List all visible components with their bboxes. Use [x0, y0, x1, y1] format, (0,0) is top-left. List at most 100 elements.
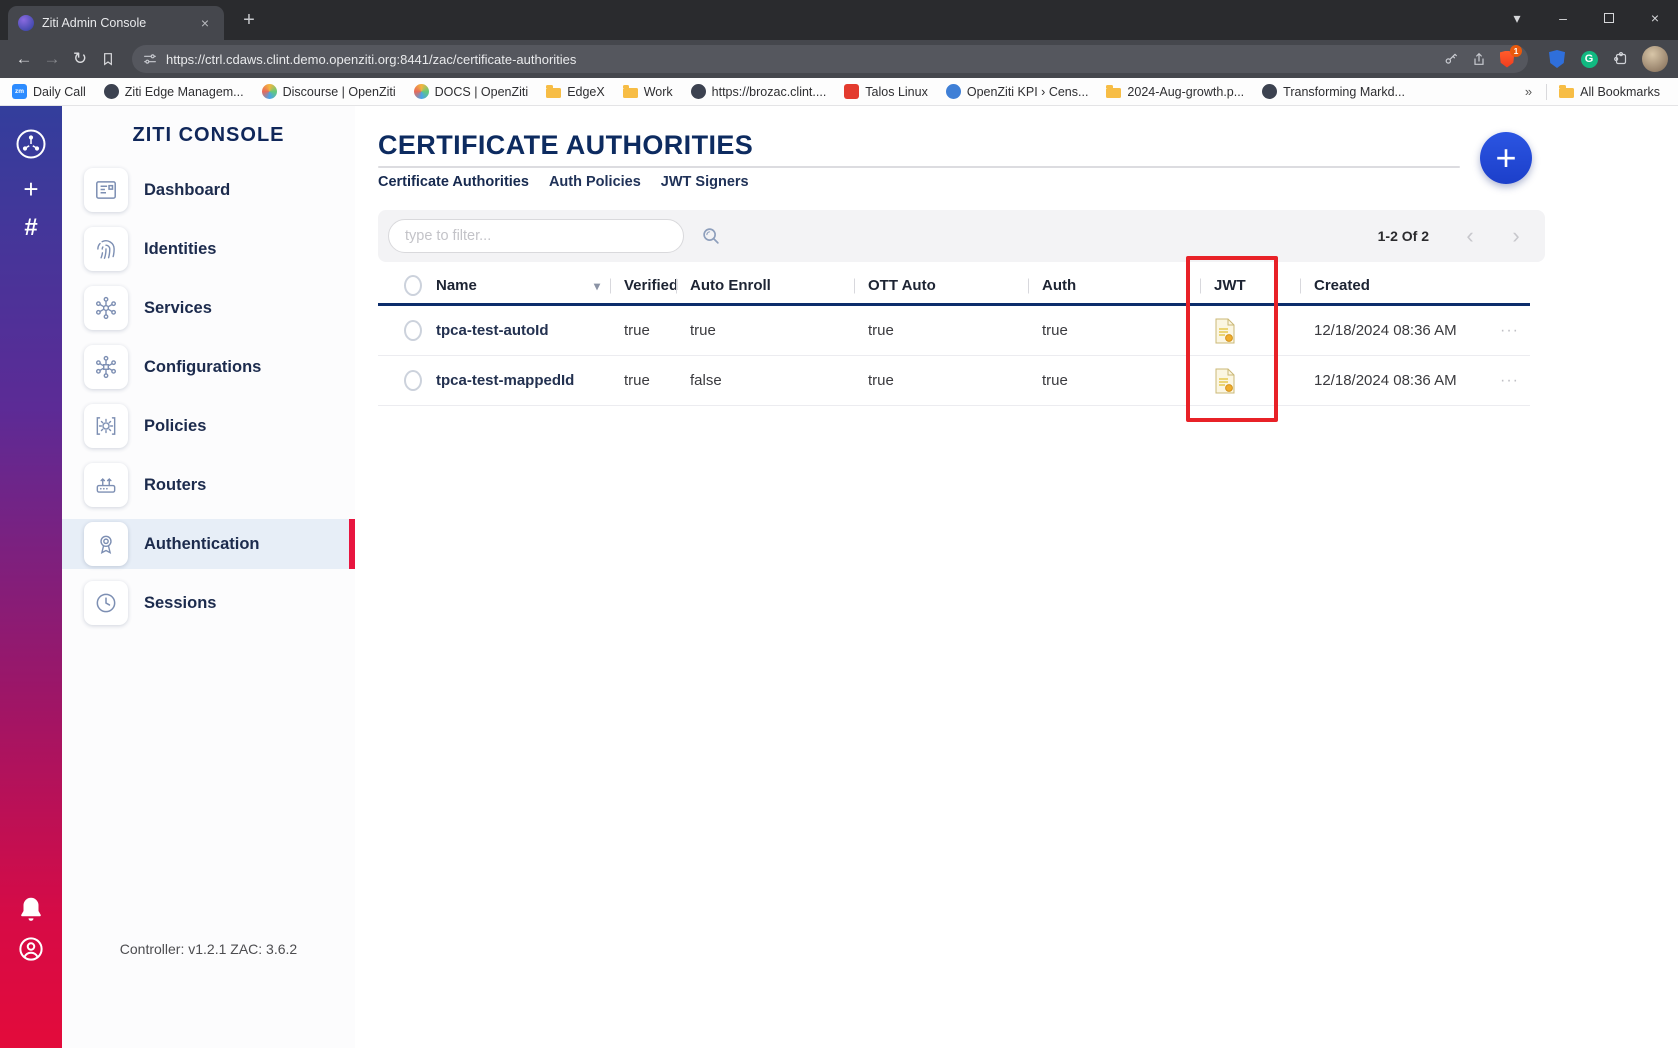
refresh-button[interactable]: ↻ — [66, 45, 94, 73]
extensions-puzzle-icon[interactable] — [1608, 46, 1634, 72]
brave-shield-icon[interactable]: 1 — [1496, 48, 1518, 70]
ca-verified: true — [610, 356, 676, 405]
openziti-kpi-icon — [946, 84, 961, 99]
new-tab-button[interactable]: + — [236, 7, 262, 33]
sidebar-item-authentication[interactable]: Authentication — [62, 519, 355, 569]
bookmark-item[interactable]: EdgeX — [546, 85, 605, 99]
sidebar-item-dashboard[interactable]: Dashboard — [62, 165, 355, 215]
bookmark-item[interactable]: zmDaily Call — [12, 84, 86, 99]
page-next-icon[interactable]: › — [1501, 223, 1531, 249]
window-controls: ▾ – × — [1494, 0, 1678, 36]
tab-auth-policies[interactable]: Auth Policies — [549, 174, 641, 190]
browser-tab[interactable]: Ziti Admin Console × — [8, 6, 224, 40]
tab-strip: Ziti Admin Console × + ▾ – × — [0, 0, 1678, 40]
sort-chevron-icon[interactable]: ▾ — [594, 279, 600, 293]
sidebar: ZITI CONSOLE Dashboard Identities — [62, 106, 355, 1048]
maximize-icon — [1604, 13, 1614, 23]
col-auth[interactable]: Auth — [1028, 268, 1200, 303]
password-key-icon[interactable] — [1440, 48, 1462, 70]
share-icon[interactable] — [1468, 48, 1490, 70]
bookmark-item[interactable]: Ziti Edge Managem... — [104, 84, 244, 99]
profile-avatar[interactable] — [1642, 46, 1668, 72]
ziti-favicon — [18, 15, 34, 31]
table-row[interactable]: tpca-test-mappedId true false true true … — [378, 356, 1530, 406]
search-icon[interactable] — [700, 225, 722, 247]
openziti-logo-icon[interactable] — [13, 126, 49, 162]
jwt-certificate-icon[interactable] — [1214, 368, 1236, 394]
filter-input[interactable] — [388, 219, 684, 253]
minimize-button[interactable]: – — [1540, 0, 1586, 36]
sidebar-item-services[interactable]: Services — [62, 283, 355, 333]
jwt-certificate-icon[interactable] — [1214, 318, 1236, 344]
bookmarks-overflow-icon[interactable]: » — [1525, 84, 1532, 99]
tab-jwt-signers[interactable]: JWT Signers — [661, 174, 749, 190]
extension-shield-icon[interactable] — [1544, 46, 1570, 72]
bookmark-item[interactable]: Discourse | OpenZiti — [262, 84, 396, 99]
page-prev-icon[interactable]: ‹ — [1455, 223, 1485, 249]
sidebar-item-policies[interactable]: Policies — [62, 401, 355, 451]
row-checkbox[interactable] — [404, 370, 422, 391]
bookmark-item[interactable]: Work — [623, 85, 673, 99]
network-nodes-icon — [84, 286, 128, 330]
rail-plus-icon[interactable]: + — [23, 176, 38, 202]
add-ca-button[interactable]: + — [1480, 132, 1532, 184]
col-name[interactable]: Name▾ — [422, 268, 610, 303]
tab-close-icon[interactable]: × — [196, 14, 214, 32]
col-auto-enroll[interactable]: Auto Enroll — [676, 268, 854, 303]
tab-title: Ziti Admin Console — [42, 16, 188, 30]
rail-hash-icon[interactable]: # — [24, 216, 37, 240]
award-badge-icon — [84, 522, 128, 566]
forward-button[interactable]: → — [38, 45, 66, 73]
row-menu-icon[interactable]: ··· — [1500, 322, 1519, 340]
col-verified[interactable]: Verified — [610, 268, 676, 303]
ca-name[interactable]: tpca-test-mappedId — [422, 356, 610, 405]
bookmark-item[interactable]: DOCS | OpenZiti — [414, 84, 529, 99]
ca-name[interactable]: tpca-test-autoId — [422, 306, 610, 355]
url-text[interactable]: https://ctrl.cdaws.clint.demo.openziti.o… — [166, 52, 1434, 67]
tab-search-icon[interactable]: ▾ — [1494, 0, 1540, 36]
sidebar-item-configurations[interactable]: Configurations — [62, 342, 355, 392]
site-settings-icon[interactable] — [142, 51, 158, 67]
section-tabs: Certificate Authorities Auth Policies JW… — [378, 174, 749, 190]
sidebar-item-identities[interactable]: Identities — [62, 224, 355, 274]
back-button[interactable]: ← — [10, 45, 38, 73]
main-content: CERTIFICATE AUTHORITIES Certificate Auth… — [355, 106, 1678, 1048]
profile-icon[interactable] — [16, 934, 46, 964]
ca-ott-auto: true — [854, 356, 1028, 405]
table-row[interactable]: tpca-test-autoId true true true true 12/… — [378, 306, 1530, 356]
router-icon — [84, 463, 128, 507]
gear-icon — [84, 404, 128, 448]
bookmark-item[interactable]: Transforming Markd... — [1262, 84, 1405, 99]
zoom-icon: zm — [12, 84, 27, 99]
close-button[interactable]: × — [1632, 0, 1678, 36]
ca-ott-auto: true — [854, 306, 1028, 355]
grammarly-icon[interactable]: G — [1576, 46, 1602, 72]
site-icon — [691, 84, 706, 99]
bookmark-item[interactable]: https://brozac.clint.... — [691, 84, 827, 99]
site-icon — [1262, 84, 1277, 99]
sidebar-item-routers[interactable]: Routers — [62, 460, 355, 510]
row-menu-icon[interactable]: ··· — [1500, 372, 1519, 390]
maximize-button[interactable] — [1586, 0, 1632, 36]
col-ott-auto[interactable]: OTT Auto — [854, 268, 1028, 303]
tab-certificate-authorities[interactable]: Certificate Authorities — [378, 174, 529, 190]
sidebar-item-sessions[interactable]: Sessions — [62, 578, 355, 628]
bookmark-item[interactable]: 2024-Aug-growth.p... — [1106, 85, 1244, 99]
bookmark-icon[interactable] — [94, 45, 122, 73]
address-bar[interactable]: https://ctrl.cdaws.clint.demo.openziti.o… — [132, 45, 1528, 73]
notifications-bell-icon[interactable] — [16, 894, 46, 924]
version-footer: Controller: v1.2.1 ZAC: 3.6.2 — [62, 941, 355, 957]
ca-auto-enroll: true — [676, 306, 854, 355]
browser-window: Ziti Admin Console × + ▾ – × ← → ↻ https… — [0, 0, 1678, 1048]
filter-bar: 1-2 Of 2 ‹ › — [378, 210, 1545, 262]
col-created[interactable]: Created — [1300, 268, 1486, 303]
col-jwt[interactable]: JWT — [1200, 268, 1300, 303]
select-all-checkbox[interactable] — [404, 275, 422, 296]
folder-icon — [1559, 88, 1574, 98]
all-bookmarks-button[interactable]: All Bookmarks — [1559, 85, 1660, 99]
bookmark-item[interactable]: Talos Linux — [844, 84, 928, 99]
pagination-label: 1-2 Of 2 — [1378, 228, 1429, 244]
clock-icon — [84, 581, 128, 625]
bookmark-item[interactable]: OpenZiti KPI › Cens... — [946, 84, 1089, 99]
row-checkbox[interactable] — [404, 320, 422, 341]
